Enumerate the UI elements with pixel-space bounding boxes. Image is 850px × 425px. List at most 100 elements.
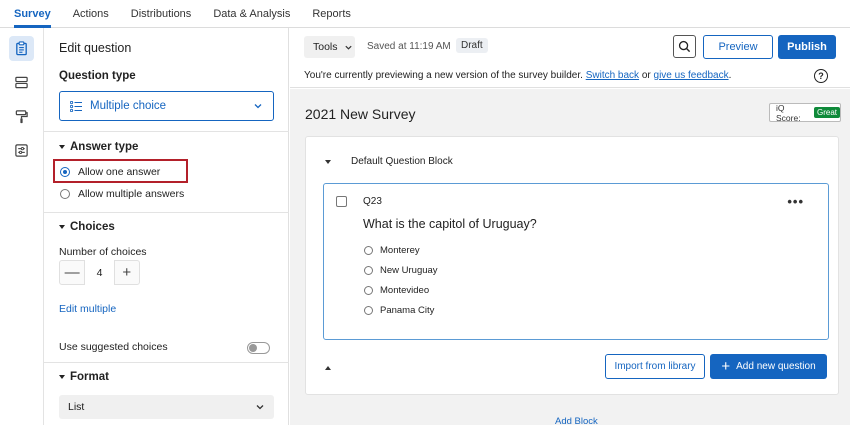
rail-survey-button[interactable] [9,36,34,61]
choice-label: Panama City [380,305,435,316]
search-icon [678,40,691,53]
block-name: Default Question Block [351,156,453,167]
tools-label: Tools [313,41,338,53]
iq-score-badge[interactable]: iQ Score: Great [769,102,841,123]
question-select-checkbox[interactable] [336,196,347,207]
format-label: Format [70,371,109,383]
choice-item[interactable]: Monterey [364,245,420,256]
notice-or: or [639,70,654,81]
question-text[interactable]: What is the capitol of Uruguay? [363,217,537,231]
block-layout-icon [15,76,28,89]
number-of-choices-label: Number of choices [59,246,147,258]
question-type-label: Question type [59,70,136,82]
caret-down-icon [325,159,331,164]
add-block-link[interactable]: Add Block [555,416,598,425]
question-type-select[interactable]: Multiple choice [59,91,274,121]
add-new-question-label: Add new question [736,361,816,372]
radio-circle[interactable] [364,286,373,295]
more-options-icon[interactable]: ••• [787,194,804,209]
rail-look-feel-button[interactable] [9,104,34,129]
use-suggested-choices-label: Use suggested choices [59,341,168,353]
choices-stepper: — 4 + [59,260,140,285]
saved-status: Saved at 11:19 AM [367,41,451,52]
builder-preview-notice: You're currently previewing a new versio… [290,66,850,88]
notice-text: You're currently previewing a new versio… [304,70,586,81]
question-id: Q23 [363,196,382,207]
suggested-choices-toggle[interactable] [247,342,270,354]
allow-one-answer-label: Allow one answer [78,166,161,178]
decrement-button[interactable]: — [60,260,84,285]
give-feedback-link[interactable]: give us feedback [654,70,729,81]
survey-toolbar: Tools Saved at 11:19 AM Draft Preview Pu… [290,28,850,66]
format-value: List [68,401,85,413]
choice-label: Montevideo [380,285,430,296]
allow-multiple-answers-label: Allow multiple answers [78,188,185,200]
preview-button[interactable]: Preview [703,35,773,59]
choices-label: Choices [70,221,115,233]
publish-button[interactable]: Publish [778,35,836,59]
radio-button-checked[interactable] [60,167,70,177]
radio-circle[interactable] [364,266,373,275]
choice-item[interactable]: New Uruguay [364,265,438,276]
list-icon [70,100,82,112]
tools-menu-button[interactable]: Tools [304,36,355,58]
format-select[interactable]: List [59,395,274,419]
survey-canvas: 2021 New Survey iQ Score: Great Default … [290,89,850,425]
allow-multiple-answers-option[interactable]: Allow multiple answers [60,188,184,200]
caret-down-icon [59,145,65,149]
top-nav: Survey Actions Distributions Data & Anal… [0,0,850,28]
survey-title: 2021 New Survey [305,106,416,122]
iq-score-value: Great [813,107,840,118]
panel-title: Edit question [59,41,132,55]
radio-button[interactable] [60,189,70,199]
choice-label: Monterey [380,245,420,256]
caret-down-icon [59,225,65,229]
chevron-down-icon [254,104,262,109]
survey-options-icon [15,144,28,157]
nav-tab-actions[interactable]: Actions [73,0,109,27]
block-collapse-toggle[interactable]: Default Question Block [325,156,453,167]
paint-roller-icon [15,110,28,124]
nav-tab-reports[interactable]: Reports [312,0,351,27]
chevron-down-icon [344,45,352,50]
nav-tab-distributions[interactable]: Distributions [131,0,192,27]
edit-question-panel: Edit question Question type Multiple cho… [44,28,289,425]
search-button[interactable] [673,35,696,58]
chevron-down-icon [256,405,264,410]
draft-badge: Draft [456,38,488,53]
format-section-toggle[interactable]: Format [59,371,109,383]
nav-tab-data-analysis[interactable]: Data & Analysis [213,0,290,27]
switch-back-link[interactable]: Switch back [586,70,639,81]
rail-blocks-button[interactable] [9,70,34,95]
edit-multiple-link[interactable]: Edit multiple [59,303,116,315]
caret-up-icon[interactable] [325,366,331,370]
divider [44,212,289,213]
increment-button[interactable]: + [115,260,139,285]
answer-type-label: Answer type [70,141,139,153]
caret-down-icon [59,375,65,379]
question-type-value: Multiple choice [90,100,167,112]
allow-one-answer-option[interactable]: Allow one answer [60,166,160,178]
radio-circle[interactable] [364,246,373,255]
notice-period: . [728,70,732,81]
question-block: Default Question Block Q23 ••• What is t… [305,136,839,395]
add-new-question-button[interactable]: + Add new question [710,354,827,379]
divider [44,131,289,132]
choice-item[interactable]: Montevideo [364,285,429,296]
tool-rail [0,28,44,425]
question-card[interactable]: Q23 ••• What is the capitol of Uruguay? … [323,183,829,340]
help-icon[interactable]: ? [814,69,828,83]
import-from-library-button[interactable]: Import from library [605,354,705,379]
number-of-choices-value[interactable]: 4 [84,260,115,285]
choices-section-toggle[interactable]: Choices [59,221,115,233]
nav-tab-survey[interactable]: Survey [14,0,51,28]
choice-item[interactable]: Panama City [364,305,434,316]
iq-score-label: iQ Score: [776,102,801,123]
rail-options-button[interactable] [9,138,34,163]
divider [44,362,289,363]
survey-clipboard-icon [16,41,27,56]
plus-icon: + [721,358,731,375]
radio-circle[interactable] [364,306,373,315]
choice-label: New Uruguay [380,265,438,276]
answer-type-section-toggle[interactable]: Answer type [59,141,138,153]
